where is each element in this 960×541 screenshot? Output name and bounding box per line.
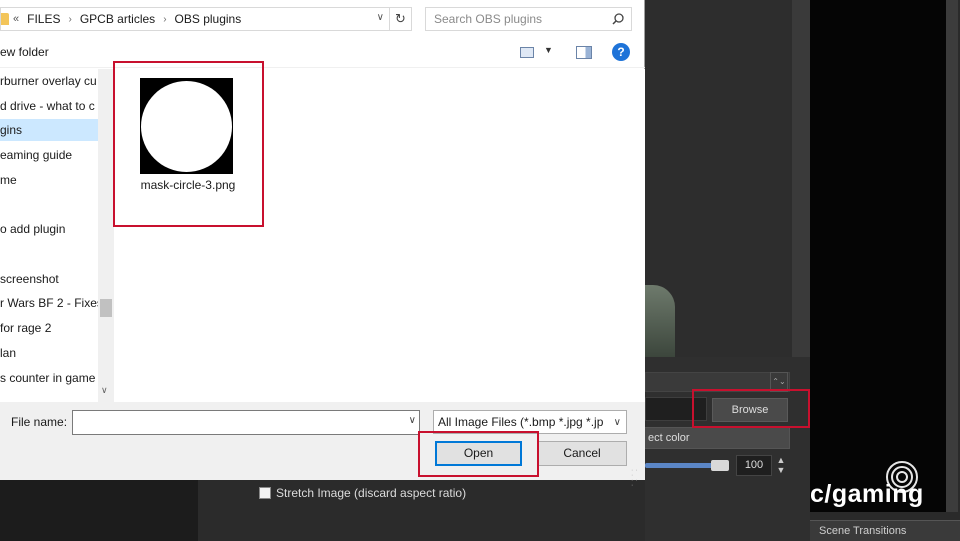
breadcrumb-separator-icon[interactable]: ›	[163, 14, 166, 25]
opacity-slider-thumb[interactable]	[711, 460, 729, 471]
address-bar[interactable]: « FILES › GPCB articles › OBS plugins ∨	[0, 7, 390, 31]
highlight-open-annotation	[418, 431, 539, 477]
obs-scrollbar[interactable]	[946, 0, 958, 512]
brand-text: c/gaming	[810, 480, 924, 508]
breadcrumb-overflow[interactable]: «	[13, 13, 19, 25]
open-file-dialog: « FILES › GPCB articles › OBS plugins ∨ …	[0, 0, 645, 489]
nav-item[interactable]: d drive - what to c	[0, 95, 98, 117]
file-type-value: All Image Files (*.bmp *.jpg *.jp	[438, 415, 604, 429]
select-color-button[interactable]: ect color	[635, 427, 790, 449]
nav-item[interactable]: for rage 2	[0, 317, 98, 339]
nav-item[interactable]: me	[0, 169, 98, 191]
nav-item[interactable]: rburner overlay cu	[0, 70, 98, 92]
nav-item[interactable]: r Wars BF 2 - Fixes	[0, 292, 98, 314]
cancel-button[interactable]: Cancel	[537, 441, 627, 466]
obs-preview-gap	[792, 0, 810, 357]
preview-person	[645, 285, 675, 357]
view-dropdown-icon[interactable]: ▼	[544, 45, 553, 55]
address-row: « FILES › GPCB articles › OBS plugins ∨ …	[0, 5, 645, 33]
file-name-input[interactable]: ∨	[72, 410, 420, 435]
nav-item[interactable]: lan	[0, 342, 98, 364]
nav-item[interactable]	[0, 243, 98, 265]
breadcrumb-gpcb-articles[interactable]: GPCB articles	[80, 12, 155, 26]
help-icon[interactable]: ?	[612, 43, 630, 61]
scene-transitions-header: Scene Transitions	[810, 520, 960, 541]
search-input[interactable]: Search OBS plugins	[425, 7, 632, 31]
highlight-file-annotation	[113, 61, 264, 227]
nav-item-selected[interactable]: gins	[0, 119, 98, 141]
nav-scrollbar[interactable]: ∨	[98, 69, 114, 402]
search-placeholder: Search OBS plugins	[434, 12, 543, 26]
folder-icon	[1, 13, 9, 25]
nav-item[interactable]: screenshot	[0, 268, 98, 290]
scroll-down-icon[interactable]: ∨	[101, 385, 108, 396]
preview-pane-icon[interactable]	[576, 46, 592, 59]
nav-item[interactable]: eaming guide	[0, 144, 98, 166]
breadcrumb-separator-icon[interactable]: ›	[68, 14, 71, 25]
search-icon[interactable]	[612, 13, 624, 25]
obs-preview	[645, 0, 792, 357]
refresh-button[interactable]: ↻	[390, 7, 412, 31]
breadcrumb-files[interactable]: FILES	[27, 12, 60, 26]
file-type-dropdown-icon[interactable]: ∨	[613, 412, 621, 433]
screen: ⌃⌄ Browse ect color 100 ▲ ▼ Stretch Image…	[0, 0, 960, 541]
file-name-dropdown-icon[interactable]: ∨	[409, 415, 416, 426]
highlight-browse-annotation	[692, 389, 810, 428]
opacity-value[interactable]: 100	[736, 455, 772, 476]
resize-grip-icon[interactable]: · · · · · ·	[631, 467, 641, 489]
address-dropdown-icon[interactable]: ∨	[377, 12, 384, 23]
file-name-label: File name:	[11, 415, 68, 429]
opacity-spinner[interactable]: ▲ ▼	[774, 455, 788, 476]
stretch-image-checkbox[interactable]	[259, 487, 271, 499]
dialog-footer: File name: ∨ All Image Files (*.bmp *.jp…	[0, 402, 645, 489]
nav-item[interactable]: s counter in game	[0, 367, 98, 389]
nav-item[interactable]	[0, 193, 98, 215]
breadcrumb-obs-plugins[interactable]: OBS plugins	[175, 12, 242, 26]
change-view-icon[interactable]	[520, 47, 534, 58]
nav-item[interactable]: o add plugin	[0, 218, 98, 240]
dialog-toolbar: ew folder ▼ ?	[0, 38, 645, 68]
stretch-image-label: Stretch Image (discard aspect ratio)	[276, 486, 467, 500]
stretch-image-option[interactable]: Stretch Image (discard aspect ratio)	[259, 484, 466, 502]
new-folder-button[interactable]: ew folder	[0, 45, 49, 59]
obs-left-panel	[0, 480, 198, 541]
navigation-pane: rburner overlay cu d drive - what to c g…	[0, 69, 98, 402]
webcam-overlay	[810, 0, 946, 512]
nav-scrollbar-thumb[interactable]	[100, 299, 112, 317]
